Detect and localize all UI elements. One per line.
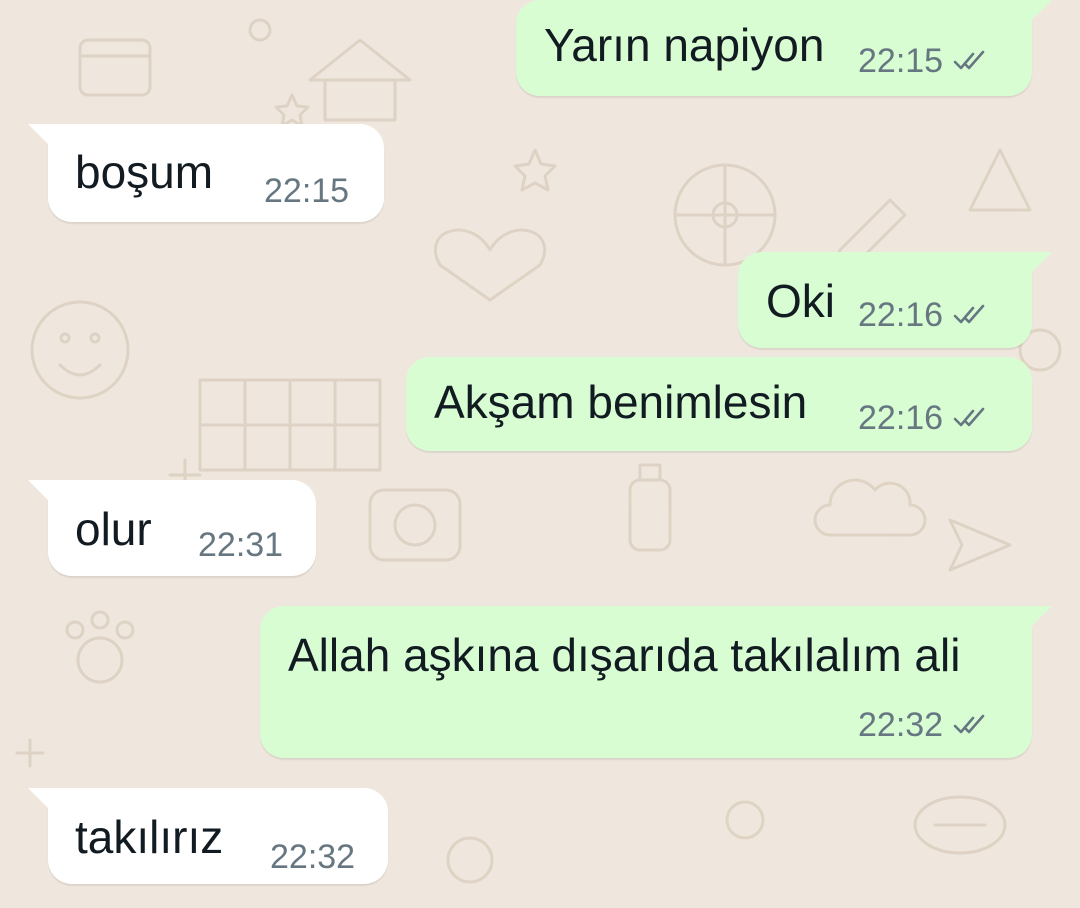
double-check-read-icon: [953, 407, 985, 427]
bubble-tail: [28, 124, 50, 146]
message-bubble-outgoing[interactable]: Akşam benimlesin 22:16: [406, 357, 1032, 451]
bubble-tail: [28, 480, 50, 502]
message-time: 22:16: [858, 296, 944, 334]
message-time: 22:16: [858, 399, 944, 437]
message-meta: 22:31: [198, 528, 283, 562]
message-time: 22:31: [198, 526, 284, 564]
message-meta: 22:16: [858, 401, 993, 435]
message-meta: 22:15: [858, 44, 993, 78]
message-bubble-incoming[interactable]: takılırız 22:32: [28, 788, 388, 884]
double-check-read-icon: [953, 304, 985, 324]
message-meta: 22:16: [858, 298, 993, 332]
message-bubble-incoming[interactable]: boşum 22:15: [28, 124, 384, 222]
double-check-read-icon: [953, 714, 985, 734]
message-time: 22:32: [858, 706, 944, 744]
message-text: olur: [75, 503, 152, 555]
message-bubble-incoming[interactable]: olur 22:31: [28, 480, 316, 576]
message-meta: 22:32: [270, 840, 355, 874]
message-text: Allah aşkına dışarıda takılalım ali: [288, 629, 961, 681]
bubble-tail: [28, 788, 50, 810]
message-bubble-outgoing[interactable]: Yarın napiyon 22:15: [516, 0, 1052, 96]
message-bubble-outgoing[interactable]: Allah aşkına dışarıda takılalım ali 22:3…: [260, 606, 1052, 758]
message-text: Oki: [766, 275, 835, 327]
bubble-tail: [1030, 0, 1052, 22]
message-time: 22:15: [858, 42, 944, 80]
bubble-tail: [1030, 252, 1052, 274]
message-time: 22:32: [270, 838, 356, 876]
message-meta: 22:15: [264, 174, 349, 208]
message-text: Yarın napiyon: [544, 19, 825, 71]
bubble-tail: [1030, 606, 1052, 628]
message-time: 22:15: [264, 172, 350, 210]
message-text: boşum: [75, 146, 214, 198]
double-check-read-icon: [953, 50, 985, 70]
message-meta: 22:32: [858, 708, 993, 742]
message-bubble-outgoing[interactable]: Oki 22:16: [738, 252, 1052, 348]
message-text: takılırız: [75, 811, 224, 863]
message-text: Akşam benimlesin: [434, 376, 808, 428]
